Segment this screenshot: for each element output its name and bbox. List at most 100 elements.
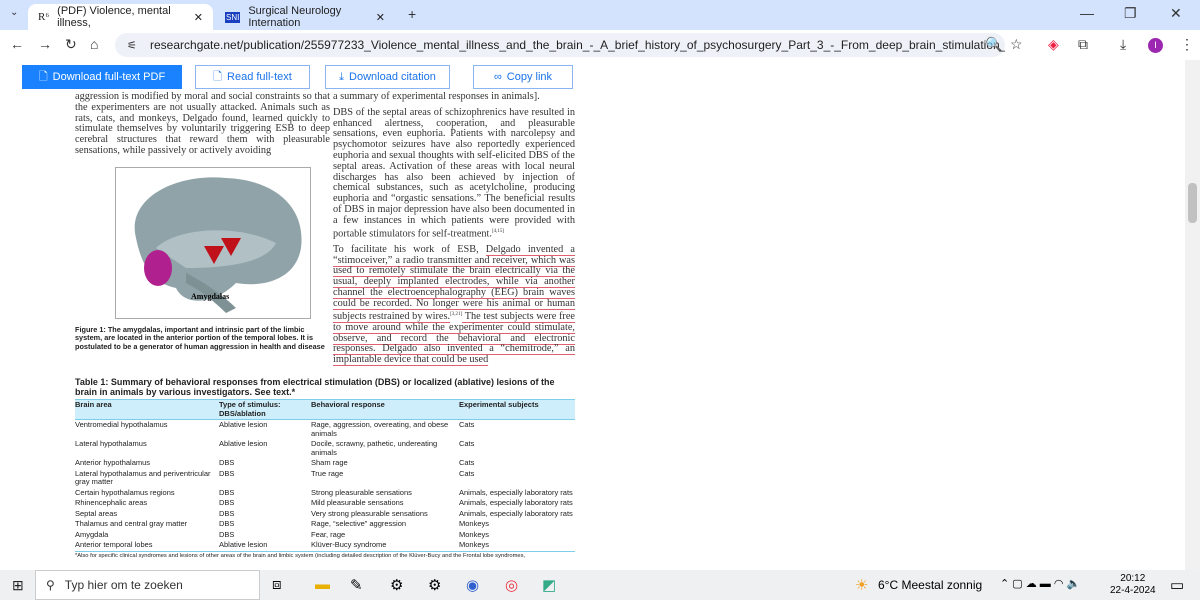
table-cell: DBS [219, 487, 235, 497]
settings-alt-icon[interactable]: ⚙ [428, 576, 441, 594]
weather-icon: ☀ [855, 577, 869, 594]
table-cell: Lateral hypothalamus and periventricular… [75, 468, 211, 486]
download-citation-button[interactable]: ⤓ Download citation [325, 65, 450, 89]
new-tab-icon[interactable]: + [408, 6, 416, 22]
table-cell: Monkeys [459, 519, 490, 528]
table-cell: Ablative lesion [219, 439, 268, 448]
header-cell: Brain area [75, 400, 112, 409]
taskbar-search[interactable]: ⚲ Typ hier om te zoeken [35, 570, 260, 600]
table-cell: Septal areas [75, 508, 118, 518]
brain-figure: Amygdalas [115, 167, 311, 319]
weather-text[interactable]: 6°C Meestal zonnig [878, 578, 982, 592]
table-cell: Animals, especially laboratory rats [459, 508, 573, 518]
text: DBS of the septal areas of schizophrenic… [333, 106, 575, 239]
profile-avatar[interactable]: I [1148, 38, 1163, 53]
back-icon[interactable]: ← [10, 36, 24, 52]
table-cell: Monkeys [459, 529, 490, 539]
notifications-icon[interactable]: ▭ [1170, 576, 1184, 594]
home-icon[interactable]: ⌂ [90, 36, 98, 52]
pdf-icon: 🗋 [38, 70, 48, 83]
left-column-text: aggression is modified by moral and soci… [75, 91, 330, 156]
table-cell: DBS [219, 468, 235, 478]
table-cell: Certain hypothalamus regions [75, 487, 175, 497]
table-row: Rhinencephalic areas DBS Mild pleasurable … [75, 498, 575, 509]
tab-sni[interactable]: SNI Surgical Neurology Internation ✕ [215, 4, 395, 30]
citation-ref[interactable]: [3,21] [450, 312, 462, 317]
researchgate-favicon: R⁶ [38, 11, 50, 23]
close-window-icon[interactable]: ✕ [1170, 5, 1182, 22]
close-tab-icon[interactable]: ✕ [194, 11, 203, 24]
bookmark-star-icon[interactable]: ☆ [1010, 36, 1023, 53]
label: Copy link [506, 71, 553, 83]
tab-list-icon[interactable]: ⌄ [10, 7, 18, 18]
extension-icon[interactable]: ◈ [1048, 36, 1059, 53]
table-cell: Mild pleasurable sensations [311, 498, 404, 507]
sni-favicon: SNI [225, 11, 241, 23]
task-view-icon[interactable]: ⧈ [272, 576, 282, 593]
chrome-icon[interactable]: ◎ [505, 576, 518, 594]
tab-title: (PDF) Violence, mental illness, [57, 5, 171, 29]
tab-bar: ⌄ R⁶ (PDF) Violence, mental illness, ✕ S… [0, 0, 1200, 30]
table-cell: Docile, scrawny, pathetic, undereating a… [311, 439, 438, 457]
table-row: Anterior hypothalamus DBS Sham rage Cats [75, 458, 575, 469]
site-info-icon[interactable]: ⚟ [127, 39, 137, 52]
table-cell: Sham rage [311, 458, 348, 467]
zoom-icon[interactable]: 🔍 [985, 36, 1002, 53]
table-row: Septal areas DBS Very strong pleasurable s… [75, 509, 575, 520]
table-row: Ventromedial hypothalamus Ablative lesion… [75, 420, 575, 439]
extensions-puzzle-icon[interactable]: ⧉ [1078, 36, 1088, 53]
table-cell: DBS [219, 529, 235, 539]
table-cell: DBS [219, 498, 235, 507]
time: 20:12 [1120, 573, 1146, 584]
figure-label: Amygdalas [191, 292, 230, 301]
text: To facilitate his work of ESB, [333, 243, 486, 255]
read-full-text-button[interactable]: 🗋 Read full-text [195, 65, 310, 89]
table-cell: DBS [219, 458, 235, 467]
app-icon[interactable]: ◉ [466, 576, 479, 594]
windows-start-icon[interactable]: ⊞ [12, 577, 24, 594]
table-cell: Thalamus and central gray matter [75, 519, 188, 528]
scrollbar-thumb[interactable] [1188, 183, 1197, 223]
table-row: Anterior temporal lobes Ablative lesion Kl… [75, 540, 575, 551]
search-placeholder: Typ hier om te zoeken [64, 578, 183, 592]
clock[interactable]: 20:12 22-4-2024 [1110, 573, 1156, 597]
download-pdf-button[interactable]: 🗋 Download full-text PDF [22, 65, 182, 89]
app-icon[interactable]: ✎ [350, 576, 363, 594]
table-cell: Ablative lesion [219, 420, 268, 429]
table-cell: DBS [219, 508, 235, 518]
summary-table: Table 1: Summary of behavioral responses… [75, 377, 575, 560]
header-cell: Experimental subjects [459, 400, 539, 409]
table-cell: Rage, aggression, overeating, and obese … [311, 420, 449, 438]
app-icon[interactable]: ◩ [542, 576, 556, 594]
file-explorer-icon[interactable]: ▬ [315, 576, 330, 593]
table-cell: Lateral hypothalamus [75, 439, 147, 448]
url-text: researchgate.net/publication/255977233_V… [150, 38, 1005, 52]
tab-researchgate[interactable]: R⁶ (PDF) Violence, mental illness, ✕ [28, 4, 213, 30]
header-cell: Type of stimulus: DBS/ablation [219, 400, 281, 418]
paragraph: a summary of experimental responses in a… [333, 91, 540, 102]
maximize-icon[interactable]: ❐ [1124, 5, 1137, 22]
table-row: Certain hypothalamus regions DBS Strong pl… [75, 488, 575, 499]
minimize-icon[interactable]: — [1080, 5, 1094, 21]
copy-link-button[interactable]: ∞ Copy link [473, 65, 573, 89]
label: Download citation [349, 71, 436, 83]
table-cell: True rage [311, 468, 344, 478]
forward-icon[interactable]: → [38, 36, 52, 52]
system-tray-icons[interactable]: ⌃ ▢ ☁ ▬ ◠ 🔈 [1000, 577, 1080, 590]
menu-icon[interactable]: ⋮ [1180, 36, 1194, 53]
url-input[interactable]: ⚟ researchgate.net/publication/255977233… [115, 33, 1005, 57]
table-row: Lateral hypothalamus and periventricular… [75, 469, 575, 488]
table-cell: Cats [459, 468, 475, 478]
table-cell: Strong pleasurable sensations [311, 487, 412, 497]
table-title: Table 1: Summary of behavioral responses… [75, 377, 555, 397]
table-cell: Fear, rage [311, 529, 346, 539]
table-cell: Rage, “selective” aggression [311, 519, 407, 528]
table-cell: Ventromedial hypothalamus [75, 420, 168, 429]
reload-icon[interactable]: ↻ [65, 36, 77, 53]
settings-icon[interactable]: ⚙ [390, 576, 403, 594]
close-tab-icon[interactable]: ✕ [376, 11, 385, 24]
table-row: Amygdala DBS Fear, rage Monkeys [75, 530, 575, 541]
page-scrollbar[interactable] [1185, 60, 1200, 570]
downloads-icon[interactable]: ⤓ [1120, 36, 1126, 53]
citation-ref[interactable]: [4,15] [492, 229, 504, 234]
